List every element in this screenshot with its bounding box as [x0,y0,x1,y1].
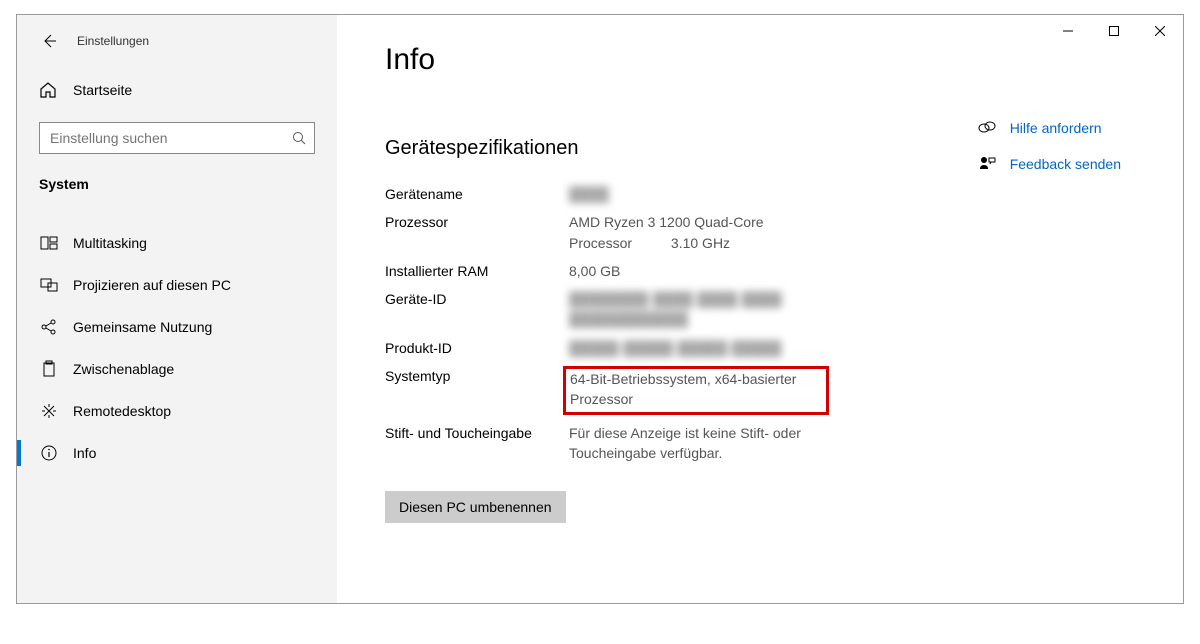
multitasking-icon [39,234,59,252]
sidebar-home[interactable]: Startseite [17,70,337,110]
sidebar-list: Multitasking Projizieren auf diesen PC G… [17,222,337,474]
feedback-icon [978,155,996,173]
spec-value: AMD Ryzen 3 1200 Quad-Core Processor 3.1… [569,212,829,253]
info-icon [39,444,59,462]
spec-value: ████ [569,184,609,204]
sidebar-item-share[interactable]: Gemeinsame Nutzung [17,306,337,348]
sidebar-item-clipboard[interactable]: Zwischenablage [17,348,337,390]
titlebar: Einstellungen [17,26,337,56]
spec-value: Für diese Anzeige ist keine Stift- oder … [569,423,829,464]
search-input[interactable] [50,130,292,146]
page-title: Info [385,43,1153,77]
feedback-link-label: Feedback senden [1010,156,1121,172]
sidebar-item-project[interactable]: Projizieren auf diesen PC [17,264,337,306]
window-title: Einstellungen [77,34,149,48]
home-icon [39,81,59,99]
spec-row-processor: Prozessor AMD Ryzen 3 1200 Quad-Core Pro… [385,212,1153,253]
spec-label: Installierter RAM [385,261,569,281]
sidebar-home-label: Startseite [73,82,132,98]
project-icon [39,276,59,294]
sidebar-item-label: Gemeinsame Nutzung [73,319,212,335]
spec-value: 8,00 GB [569,261,620,281]
search-box[interactable] [39,122,315,154]
sidebar-item-label: Multitasking [73,235,147,251]
spec-row-deviceid: Geräte-ID ████████-████-████-████-██████… [385,289,1153,330]
spec-label: Geräte-ID [385,289,569,309]
spec-row-pentouch: Stift- und Toucheingabe Für diese Anzeig… [385,423,1153,464]
right-links: Hilfe anfordern Feedback senden [978,119,1121,173]
spec-row-devicename: Gerätename ████ [385,184,1153,204]
spec-table: Gerätename ████ Prozessor AMD Ryzen 3 12… [385,184,1153,463]
spec-row-productid: Produkt-ID █████-█████-█████-█████ [385,338,1153,358]
help-icon [978,119,996,137]
remotedesktop-icon [39,402,59,420]
sidebar-category: System [17,168,337,200]
clipboard-icon [39,360,59,378]
sidebar-item-multitasking[interactable]: Multitasking [17,222,337,264]
spec-label: Gerätename [385,184,569,204]
share-icon [39,318,59,336]
help-link-label: Hilfe anfordern [1010,120,1102,136]
highlight-box: 64-Bit-Betriebssystem, x64-basierter Pro… [563,366,829,415]
search-icon [292,131,306,145]
spec-label: Stift- und Toucheingabe [385,423,569,443]
spec-row-systemtype: Systemtyp 64-Bit-Betriebssystem, x64-bas… [385,366,1153,415]
feedback-link[interactable]: Feedback senden [978,155,1121,173]
main-content: Hilfe anfordern Feedback senden Info Ger… [337,15,1183,603]
back-button[interactable] [39,31,59,51]
sidebar-item-label: Projizieren auf diesen PC [73,277,231,293]
spec-value-highlighted: 64-Bit-Betriebssystem, x64-basierter Pro… [569,366,829,415]
spec-label: Produkt-ID [385,338,569,358]
spec-label: Prozessor [385,212,569,232]
sidebar: Einstellungen Startseite System [17,15,337,603]
spec-row-ram: Installierter RAM 8,00 GB [385,261,1153,281]
sidebar-item-label: Remotedesktop [73,403,171,419]
spec-label: Systemtyp [385,366,569,386]
sidebar-item-label: Zwischenablage [73,361,174,377]
sidebar-item-info[interactable]: Info [17,432,337,474]
settings-window: Einstellungen Startseite System [16,14,1184,604]
spec-value: ████████-████-████-████-████████████ [569,289,829,330]
rename-pc-button[interactable]: Diesen PC umbenennen [385,491,566,523]
help-link[interactable]: Hilfe anfordern [978,119,1121,137]
spec-value: █████-█████-█████-█████ [569,338,781,358]
sidebar-item-label: Info [73,445,96,461]
sidebar-item-remotedesktop[interactable]: Remotedesktop [17,390,337,432]
